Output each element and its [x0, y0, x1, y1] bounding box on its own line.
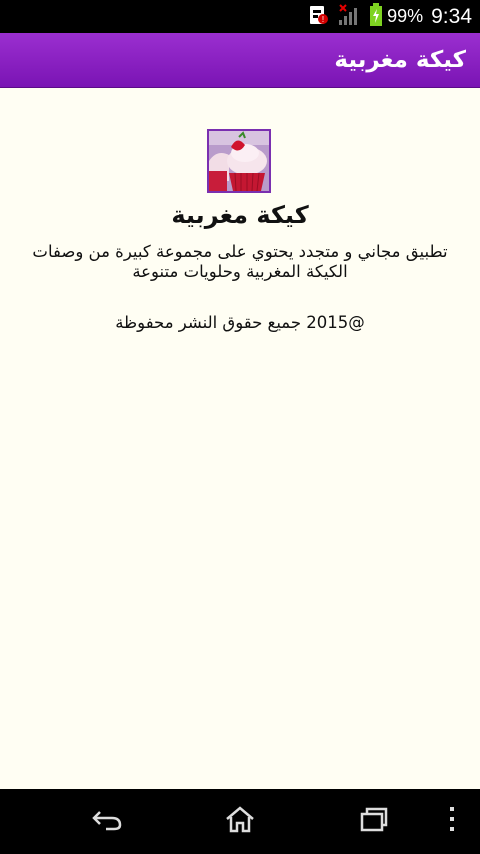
action-bar-title: كيكة مغربية [334, 47, 466, 73]
notification-icon: ! [307, 4, 329, 30]
battery-percentage: 99% [387, 6, 424, 26]
status-bar: ! 99% 9:34 [0, 0, 480, 33]
home-button[interactable] [216, 801, 264, 841]
svg-text:!: ! [322, 15, 324, 24]
signal-no-service-icon [337, 3, 361, 31]
overflow-menu-button[interactable] [432, 801, 472, 841]
action-bar: كيكة مغربية [0, 33, 480, 88]
copyright-text: @2015 جميع حقوق النشر محفوظة [115, 313, 365, 332]
battery-charging-icon [369, 2, 383, 31]
recent-apps-button[interactable] [350, 801, 398, 841]
clock: 9:34 [431, 4, 472, 28]
navigation-bar [0, 789, 480, 854]
back-button[interactable] [83, 801, 131, 841]
home-icon [224, 805, 256, 837]
app-description: تطبيق مجاني و متجدد يحتوي على مجموعة كبي… [32, 242, 448, 281]
overflow-menu-icon [447, 805, 457, 837]
back-icon [90, 807, 124, 835]
about-content: كيكة مغربية تطبيق مجاني و متجدد يحتوي عل… [0, 89, 480, 789]
recent-apps-icon [358, 805, 390, 837]
app-name: كيكة مغربية [171, 201, 309, 229]
cupcake-app-icon [207, 129, 271, 193]
